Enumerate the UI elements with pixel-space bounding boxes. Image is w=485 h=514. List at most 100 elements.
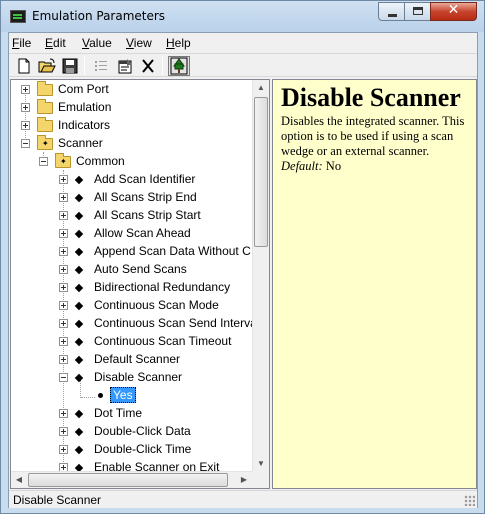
tree-horizontal-scrollbar[interactable]: ◀ ▶ [11, 471, 252, 488]
tree-label: Double-Click Data [94, 424, 191, 438]
expand-icon[interactable] [21, 85, 30, 94]
tree-item[interactable]: Continuous Scan Mode [11, 296, 253, 314]
properties-button[interactable] [115, 57, 135, 75]
value-bullet-icon [98, 393, 103, 398]
tree-item[interactable]: All Scans Strip Start [11, 206, 253, 224]
menu-view[interactable]: View [126, 36, 152, 50]
tree-item[interactable]: Default Scanner [11, 350, 253, 368]
scroll-thumb[interactable] [254, 97, 268, 247]
expand-icon[interactable] [59, 319, 68, 328]
maximize-button[interactable] [404, 2, 431, 21]
tree-label: All Scans Strip Start [94, 208, 201, 222]
tree-view-button[interactable] [168, 56, 190, 76]
parameter-diamond-icon [74, 283, 84, 293]
scroll-up-arrow-icon[interactable]: ▲ [253, 80, 269, 96]
maximize-icon [413, 7, 423, 15]
expand-icon[interactable] [59, 265, 68, 274]
tree-label: Indicators [58, 118, 111, 132]
expand-icon[interactable] [21, 103, 30, 112]
parameter-diamond-icon [74, 427, 84, 437]
resize-grip-icon[interactable] [464, 495, 475, 506]
tree-item-disable-scanner[interactable]: Disable Scanner [11, 368, 253, 386]
status-bar: Disable Scanner [9, 490, 477, 508]
tree-vertical-scrollbar[interactable]: ▲ ▼ [252, 80, 269, 472]
expand-icon[interactable] [59, 211, 68, 220]
tree-item[interactable]: Bidirectional Redundancy [11, 278, 253, 296]
tree-item[interactable]: Continuous Scan Send Interva [11, 314, 253, 332]
parameter-tree-view[interactable]: Com Port Emulation Indicators ✦ Scanner [10, 79, 270, 489]
tree-item[interactable]: Allow Scan Ahead [11, 224, 253, 242]
collapse-icon[interactable] [59, 373, 68, 382]
tree-item[interactable]: Add Scan Identifier [11, 170, 253, 188]
tree-folder-com-port[interactable]: Com Port [11, 80, 253, 98]
new-button[interactable] [14, 57, 34, 75]
description-pane: Disable Scanner Disables the integrated … [272, 79, 477, 489]
tree-label: Default Scanner [94, 352, 181, 366]
scroll-thumb[interactable] [28, 473, 228, 487]
scroll-right-arrow-icon[interactable]: ▶ [236, 472, 252, 488]
collapse-icon[interactable] [21, 139, 30, 148]
tree-item[interactable]: Double-Click Time [11, 440, 253, 458]
minimize-icon [388, 14, 397, 17]
tree-label: Add Scan Identifier [94, 172, 196, 186]
parameter-diamond-icon [74, 193, 84, 203]
parameter-diamond-icon [74, 265, 84, 275]
tree-item[interactable]: Dot Time [11, 404, 253, 422]
open-folder-icon: ✦ [55, 153, 71, 168]
list-button[interactable] [91, 57, 111, 75]
tree-label: Double-Click Time [94, 442, 192, 456]
save-button[interactable] [60, 57, 80, 75]
window-title: Emulation Parameters [32, 9, 166, 23]
expand-icon[interactable] [59, 175, 68, 184]
default-value: No [325, 159, 342, 173]
tree-item[interactable]: All Scans Strip End [11, 188, 253, 206]
expand-icon[interactable] [59, 445, 68, 454]
tree-label: Common [76, 154, 125, 168]
tree-label: Emulation [58, 100, 112, 114]
expand-icon[interactable] [59, 427, 68, 436]
tree-item[interactable]: Auto Send Scans [11, 260, 253, 278]
tree-item[interactable]: Continuous Scan Timeout [11, 332, 253, 350]
collapse-icon[interactable] [39, 157, 48, 166]
open-button[interactable] [37, 57, 57, 75]
parameter-diamond-icon [74, 229, 84, 239]
menu-value[interactable]: Value [82, 36, 112, 50]
tree-label-selected: Yes [110, 387, 136, 403]
expand-icon[interactable] [59, 355, 68, 364]
tree-item[interactable]: Append Scan Data Without C [11, 242, 253, 260]
tree-item[interactable]: Double-Click Data [11, 422, 253, 440]
parameter-diamond-icon [74, 355, 84, 365]
title-bar[interactable]: Emulation Parameters ✕ [1, 1, 484, 32]
scrollbar-corner [252, 471, 269, 488]
tree-value-yes[interactable]: Yes [11, 386, 253, 404]
expand-icon[interactable] [59, 337, 68, 346]
menu-file[interactable]: File [12, 36, 31, 50]
expand-icon[interactable] [59, 193, 68, 202]
expand-icon[interactable] [59, 409, 68, 418]
expand-icon[interactable] [59, 301, 68, 310]
tree-label: Dot Time [94, 406, 143, 420]
tree-label: Auto Send Scans [94, 262, 187, 276]
tree-item[interactable]: Enable Scanner on Exit [11, 458, 253, 472]
menu-edit[interactable]: Edit [45, 36, 66, 50]
description-default: Default: No [281, 159, 468, 174]
folder-icon [37, 81, 53, 96]
tree-folder-scanner[interactable]: ✦ Scanner [11, 134, 253, 152]
close-button[interactable]: ✕ [430, 2, 477, 21]
tree-folder-common[interactable]: ✦ Common [11, 152, 253, 170]
expand-icon[interactable] [59, 247, 68, 256]
tree-label: Continuous Scan Send Interva [94, 316, 253, 330]
expand-icon[interactable] [59, 283, 68, 292]
menu-help[interactable]: Help [166, 36, 191, 50]
delete-button[interactable] [138, 57, 158, 75]
toolbar-separator [162, 57, 163, 75]
scroll-left-arrow-icon[interactable]: ◀ [11, 472, 27, 488]
minimize-button[interactable] [378, 2, 405, 21]
tree-folder-emulation[interactable]: Emulation [11, 98, 253, 116]
tree-folder-indicators[interactable]: Indicators [11, 116, 253, 134]
expand-icon[interactable] [59, 229, 68, 238]
tree-label: Disable Scanner [94, 370, 183, 384]
scroll-down-arrow-icon[interactable]: ▼ [253, 456, 269, 472]
expand-icon[interactable] [21, 121, 30, 130]
tree-label: Bidirectional Redundancy [94, 280, 231, 294]
